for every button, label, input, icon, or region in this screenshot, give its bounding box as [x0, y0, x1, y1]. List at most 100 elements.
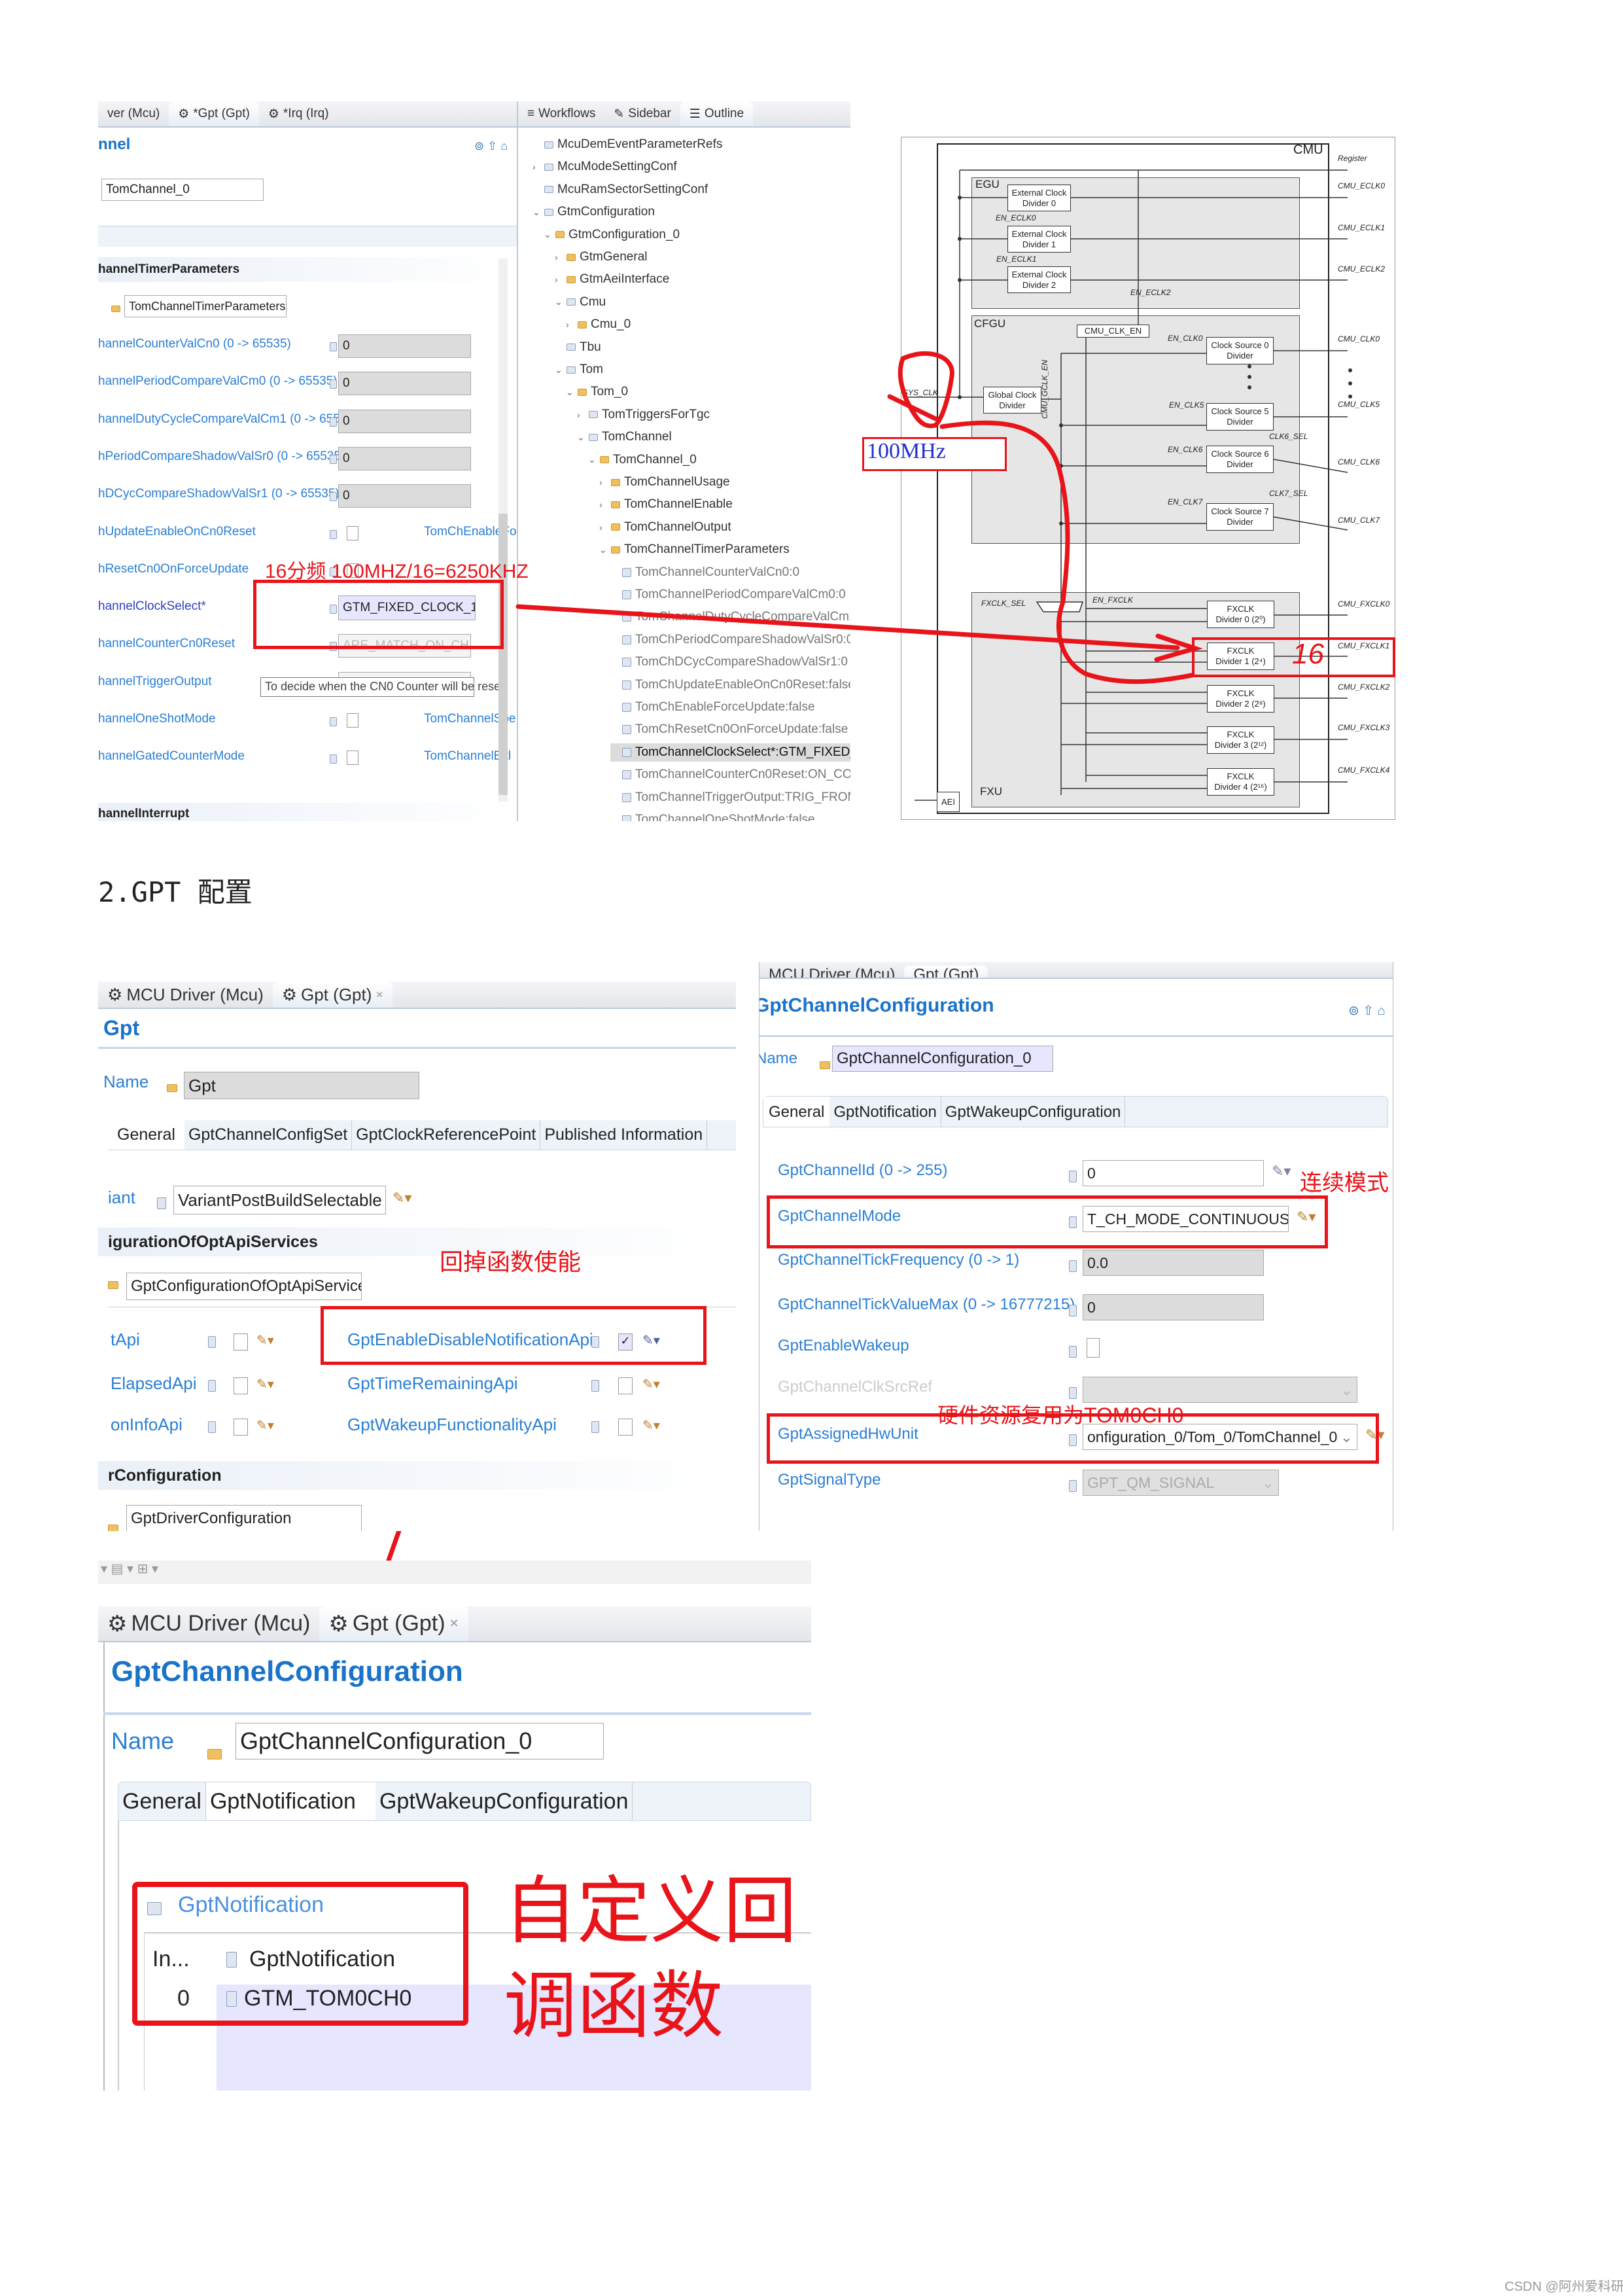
- custom-callback-annotation-2: 调函数: [504, 1965, 724, 2047]
- parameter-icon: [1069, 1260, 1077, 1272]
- parameter-label: GptSignalType: [778, 1471, 881, 1489]
- driver-config-field[interactable]: GptDriverConfiguration: [126, 1505, 362, 1531]
- tab-mcu-driver[interactable]: ⚙ MCU Driver (Mcu): [98, 1606, 319, 1641]
- api-label: onInfoApi: [111, 1415, 183, 1434]
- name-field[interactable]: GptChannelConfiguration_0: [236, 1723, 604, 1759]
- module-icon: ⚙: [107, 984, 123, 1004]
- module-icon: ⚙: [328, 1611, 349, 1636]
- api-checkbox[interactable]: [234, 1377, 248, 1394]
- parameter-icon: [157, 1197, 166, 1209]
- notification-api-highlight: [321, 1306, 707, 1365]
- divider: [759, 1035, 1393, 1037]
- frame-line: [103, 1642, 105, 2091]
- edit-menu-icon[interactable]: ✎▾: [393, 1190, 411, 1207]
- tab-gpt[interactable]: Gpt (Gpt): [904, 966, 988, 978]
- up-icon[interactable]: ⇧: [1363, 1004, 1374, 1018]
- subtab-channel-config-set[interactable]: GptChannelConfigSet: [184, 1120, 353, 1150]
- tab-gpt[interactable]: ⚙ Gpt (Gpt) ✕: [319, 1606, 468, 1641]
- subtabs: General GptNotification GptWakeupConfigu…: [118, 1782, 811, 1821]
- subtab-general[interactable]: General: [118, 1782, 206, 1820]
- subtab-general[interactable]: General: [108, 1120, 184, 1150]
- name-label: Name: [759, 1050, 798, 1067]
- tab-gpt[interactable]: ⚙ Gpt (Gpt) ✕: [272, 981, 393, 1008]
- page-title: GptChannelConfiguration: [111, 1655, 463, 1687]
- continuous-mode-annotation: 连续模式: [1300, 1171, 1389, 1195]
- frame-line: [118, 1821, 119, 2091]
- subtab-wakeup-configuration[interactable]: GptWakeupConfiguration: [375, 1782, 633, 1820]
- parameter-checkbox[interactable]: [1087, 1338, 1100, 1358]
- folder-icon: [108, 1525, 118, 1531]
- tab-mcu-driver[interactable]: ⚙ MCU Driver (Mcu): [98, 981, 273, 1008]
- parameter-icon: [1069, 1387, 1077, 1399]
- channel-mode-highlight: [767, 1195, 1328, 1248]
- name-label: Name: [111, 1727, 175, 1754]
- parameter-label: GptChannelClkSrcRef: [778, 1378, 933, 1396]
- edit-menu-icon[interactable]: ✎▾: [642, 1376, 660, 1392]
- subtab-notification[interactable]: GptNotification: [829, 1097, 941, 1127]
- subtab-clock-reference-point[interactable]: GptClockReferencePoint: [352, 1120, 541, 1150]
- page-title: Gpt: [103, 1016, 140, 1040]
- subtabs: General GptChannelConfigSet GptClockRefe…: [108, 1120, 736, 1150]
- section-header-driver: rConfiguration: [98, 1461, 736, 1490]
- name-field[interactable]: Gpt: [184, 1072, 419, 1099]
- subtab-general[interactable]: General: [763, 1097, 830, 1127]
- api-label: GptWakeupFunctionalityApi: [347, 1415, 557, 1434]
- api-label: ElapsedApi: [111, 1373, 197, 1393]
- menu-icon[interactable]: ▾ ▤ ▾ ⊞ ▾: [101, 1562, 158, 1576]
- api-checkbox[interactable]: [618, 1377, 633, 1394]
- parameter-field[interactable]: 0: [1083, 1160, 1264, 1186]
- folder-icon: [108, 1281, 118, 1289]
- folder-icon: [820, 1061, 830, 1069]
- callback-enable-annotation: 回掉函数使能: [440, 1248, 582, 1275]
- close-icon[interactable]: ✕: [375, 989, 383, 1000]
- editor-tabs: MCU Driver (Mcu) Gpt (Gpt): [759, 962, 1393, 979]
- parameter-icon: [1069, 1346, 1077, 1358]
- edit-menu-icon[interactable]: ✎▾: [256, 1417, 274, 1434]
- name-field[interactable]: GptChannelConfiguration_0: [832, 1046, 1053, 1072]
- home-icon[interactable]: ⌂: [1378, 1004, 1386, 1018]
- variant-select[interactable]: VariantPostBuildSelectable⌄: [173, 1186, 386, 1214]
- hw-reuse-annotation: 硬件资源复用为TOM0CH0: [937, 1404, 1184, 1427]
- opt-api-services-field[interactable]: GptConfigurationOfOptApiServices: [126, 1273, 362, 1300]
- divider: [98, 1047, 736, 1049]
- parameter-select[interactable]: GPT_QM_SIGNAL ⌄: [1083, 1470, 1279, 1496]
- name-label: Name: [103, 1072, 149, 1091]
- parameter-icon: [1069, 1171, 1077, 1182]
- module-icon: ⚙: [107, 1611, 128, 1636]
- parameter-label: GptChannelTickValueMax (0 -> 16777215): [778, 1296, 1075, 1313]
- edit-menu-icon[interactable]: ✎▾: [256, 1332, 274, 1349]
- parameter-field[interactable]: 0.0: [1083, 1250, 1264, 1276]
- edit-menu-icon[interactable]: ✎▾: [1272, 1163, 1291, 1180]
- tab-mcu-driver[interactable]: MCU Driver (Mcu): [759, 966, 904, 978]
- subtab-published-information[interactable]: Published Information: [540, 1120, 708, 1150]
- toolbar-icons: ⊚ ⇧ ⌂: [1348, 1002, 1386, 1019]
- edit-menu-icon[interactable]: ✎▾: [642, 1417, 660, 1434]
- api-checkbox[interactable]: [234, 1419, 248, 1436]
- parameter-icon: [1069, 1480, 1077, 1492]
- api-label: tApi: [111, 1330, 140, 1349]
- folder-icon: [207, 1749, 222, 1759]
- variant-label: iant: [108, 1188, 135, 1207]
- watermark: CSDN @阿州爱科研: [1505, 2280, 1623, 2294]
- subtabs: General GptNotification GptWakeupConfigu…: [763, 1096, 1388, 1127]
- custom-callback-annotation-1: 自定义回: [504, 1870, 797, 1952]
- subtab-notification[interactable]: GptNotification: [205, 1782, 375, 1820]
- chevron-down-icon: ⌄: [1340, 1381, 1353, 1398]
- notification-highlight: [132, 1882, 468, 2026]
- chevron-down-icon: ⌄: [1261, 1474, 1274, 1491]
- edit-menu-icon[interactable]: ✎▾: [256, 1376, 274, 1392]
- parameter-label: GptChannelTickFrequency (0 -> 1): [778, 1251, 1020, 1269]
- api-checkbox[interactable]: [234, 1333, 248, 1351]
- section-header: igurationOfOptApiServices: [98, 1227, 736, 1256]
- parameter-field[interactable]: 0: [1083, 1294, 1264, 1320]
- close-icon[interactable]: ✕: [449, 1617, 459, 1631]
- editor-tabs: ⚙ MCU Driver (Mcu) ⚙ Gpt (Gpt) ✕: [98, 981, 736, 1009]
- parameter-label: GptChannelId (0 -> 255): [778, 1161, 948, 1179]
- parameter-icon: [208, 1380, 216, 1392]
- view-toolbar: ▾ ▤ ▾ ⊞ ▾: [98, 1561, 811, 1584]
- page-title: GptChannelConfiguration: [759, 995, 994, 1016]
- link-icon[interactable]: ⊚: [1348, 1004, 1359, 1018]
- api-checkbox[interactable]: [618, 1419, 633, 1436]
- subtab-wakeup-configuration[interactable]: GptWakeupConfiguration: [941, 1097, 1126, 1127]
- select-value: GPT_QM_SIGNAL: [1087, 1474, 1215, 1491]
